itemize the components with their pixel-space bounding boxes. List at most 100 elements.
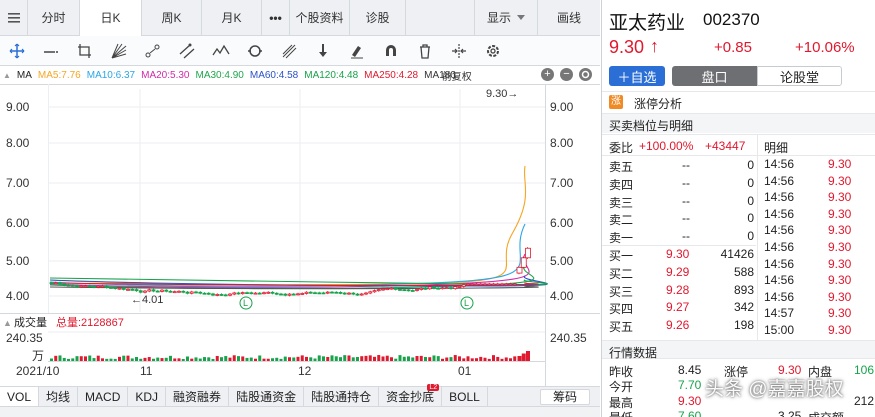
tab-pankou[interactable]: 盘口 [672,66,757,86]
tab-macd[interactable]: MACD [78,386,129,407]
crosshair-icon[interactable] [0,36,34,66]
trade-time: 14:56 [764,223,795,238]
last-price: 9.30 [609,37,645,57]
wave-icon[interactable] [204,36,238,66]
settings-icon[interactable] [476,36,510,66]
indicator-tab-bar: VOL 均线 MACD KDJ 融资融券 陆股通资金 陆股通持仓 资金抄底 L2… [0,383,600,407]
date-axis-label: 12 [298,364,312,378]
high-price-marker: 9.30→ [486,88,518,100]
tab-connect-holding[interactable]: 陆股通持仓 [304,386,380,407]
add-indicator-icon[interactable]: + [541,68,554,81]
price-axis-label-right: 9.00 [550,100,574,114]
stock-code: 002370 [703,10,760,29]
amount-value: 3.25 [778,409,802,417]
trade-price: 9.30 [828,289,852,304]
quote-panel: 亚太药业 002370 9.30 ↑ +0.85 +10.06% ＋自选 盘口 … [601,0,875,417]
add-watchlist-button[interactable]: ＋自选 [609,66,665,86]
horizontal-line-icon[interactable] [34,36,68,66]
volume-unit: 万 [32,349,44,363]
ma20-value: MA20:5.30 [141,69,190,81]
trade-row: 14:56 9.30 [602,289,875,305]
tab-weekly-k[interactable]: 周K [142,0,202,36]
amount-label: 成交额 [808,409,844,417]
date-axis-label: 11 [140,364,153,378]
trade-price: 9.30 [828,256,852,271]
limit-up-icon: 涨 [609,95,623,109]
limit-up-analysis-link[interactable]: 涨停分析 [634,95,682,112]
draw-line-button[interactable]: 画线 [538,0,600,36]
collapse-triangle-icon[interactable]: ▲ [3,71,11,80]
market-data-title: 行情数据 [609,346,658,360]
trade-row: 14:56 9.30 [602,173,875,189]
tab-ma[interactable]: 均线 [39,386,79,407]
trash-icon[interactable] [408,36,442,66]
volume-total: 总量:2128867 [56,315,124,329]
ma5-value: MA5:7.76 [37,69,81,81]
price-axis-label-left: 8.00 [6,136,30,150]
trade-time: 14:56 [764,256,795,271]
trade-time: 14:56 [764,206,795,221]
trade-row: 14:56 9.30 [602,189,875,205]
parallel-line-icon[interactable] [170,36,204,66]
volume-axis-label-right: 240.35 [550,331,587,345]
low-label: 最低 [609,409,633,417]
price-axis-label-left: 5.00 [6,254,30,268]
arrow-down-icon[interactable] [306,36,340,66]
display-dropdown[interactable]: 显示 [474,0,538,36]
trade-row: 15:00 9.30 [602,322,875,338]
price-axis-label-right: 5.00 [550,254,574,268]
adjust-mode[interactable]: 前复权 [442,68,472,83]
menu-icon[interactable] [0,0,28,36]
crop-icon[interactable] [68,36,102,66]
tab-forum[interactable]: 论股堂 [757,66,842,86]
l-marker: L [243,298,248,308]
trade-price: 9.30 [828,323,852,337]
trade-row: 14:56 9.30 [602,272,875,288]
tab-vol[interactable]: VOL [0,386,40,407]
tab-connect-flow[interactable]: 陆股通资金 [229,386,305,407]
level2-badge: L2 [427,383,440,391]
indicator-settings-icon[interactable] [579,68,592,81]
tab-boll[interactable]: BOLL [442,386,488,407]
fan-icon[interactable] [102,36,136,66]
trade-detail-title: 明细 [764,141,789,155]
drawing-toolbar [0,36,600,66]
tab-bottom-fishing[interactable]: 资金抄底 L2 [379,383,443,407]
fork-icon[interactable] [272,36,306,66]
trade-price: 9.30 [828,273,852,288]
split-icon[interactable] [442,36,476,66]
trade-row: 14:56 9.30 [602,222,875,238]
kline-chart[interactable]: 9.00 8.00 7.00 6.00 5.00 4.00 9.00 8.00 … [0,84,600,386]
price-change: +0.85 [714,39,752,56]
ma-label[interactable]: MA [17,70,32,81]
magnet-icon[interactable] [374,36,408,66]
trade-price: 9.30 [828,223,852,238]
chips-button[interactable]: 筹码 [540,388,590,405]
price-axis-label-right: 4.00 [550,289,574,303]
eraser-icon[interactable] [340,36,374,66]
tab-margin[interactable]: 融资融券 [166,386,230,407]
tab-intraday[interactable]: 分时 [28,0,80,36]
price-axis-label-right: 7.00 [550,176,574,190]
trade-price: 9.30 [828,206,852,221]
tab-company-profile[interactable]: 个股资料 [290,0,350,36]
ma250-value: MA250:4.28 [364,69,419,81]
tab-kdj[interactable]: KDJ [128,386,167,407]
tab-monthly-k[interactable]: 月K [202,0,262,36]
trade-price: 9.30 [828,157,852,171]
date-axis-label: 01 [458,364,472,378]
l-marker: L [464,298,469,308]
open-value: 7.70 [678,378,702,392]
price-axis-label-left: 4.00 [6,289,30,303]
more-periods-button[interactable]: ••• [262,0,290,36]
high-value: 9.30 [678,394,702,408]
ray-icon[interactable] [136,36,170,66]
trade-time: 14:56 [764,190,795,205]
tab-stock-diagnosis[interactable]: 诊股 [350,0,406,36]
cycle-icon[interactable] [238,36,272,66]
stock-name: 亚太药业 [609,13,686,34]
ma60-value: MA60:4.58 [249,69,299,81]
remove-indicator-icon[interactable]: − [560,68,573,81]
collapse-volume-icon[interactable]: ▲ [3,318,12,328]
tab-daily-k[interactable]: 日K [80,0,142,36]
